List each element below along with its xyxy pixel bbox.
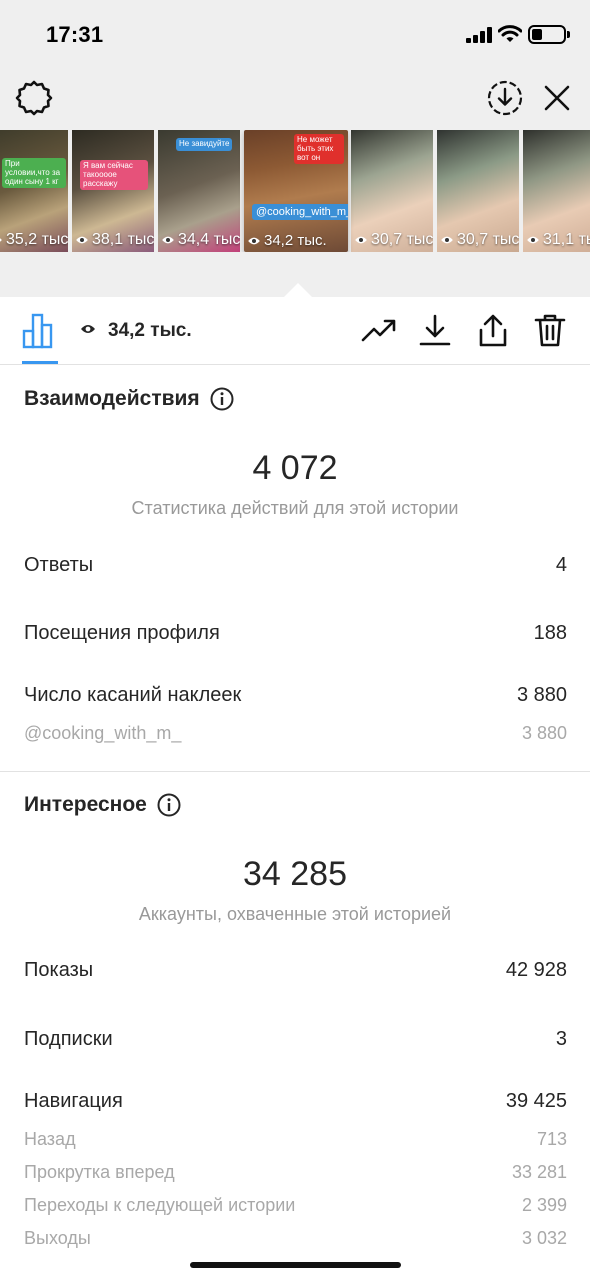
stat-value: 42 928 [505, 959, 567, 981]
eye-icon [81, 325, 95, 333]
download-icon [419, 314, 451, 346]
stat-sub-label: Назад [24, 1129, 76, 1149]
eye-icon [0, 238, 2, 242]
promote-button[interactable] [360, 311, 398, 349]
stat-row: Посещения профиля 188 [24, 622, 567, 645]
stat-value: 3 [555, 1028, 567, 1050]
stat-row: Ответы 4 [24, 554, 567, 577]
stat-sub-row: Выходы 3 032 [24, 1228, 567, 1249]
home-indicator[interactable] [190, 1262, 401, 1268]
trash-icon [534, 314, 566, 347]
stat-label: Число касаний наклеек [24, 684, 242, 706]
share-button[interactable] [474, 311, 512, 349]
story-thumbnail[interactable]: 30,7 тыс. [351, 130, 433, 252]
story-caption: При условии,что за один сыну 1 кг [2, 158, 66, 189]
stat-sub-label: Прокрутка вперед [24, 1162, 175, 1182]
signal-icon [466, 27, 492, 43]
stat-row: Навигация 39 425 [24, 1090, 567, 1113]
eye-icon [248, 237, 260, 244]
story-caption: Не завидуйте [176, 138, 233, 151]
stat-row: Показы 42 928 [24, 959, 567, 982]
info-icon[interactable] [210, 387, 234, 411]
stat-sub-value: 2 399 [521, 1195, 567, 1215]
battery-icon [528, 25, 566, 44]
story-views: 34,4 тыс. [161, 231, 240, 249]
stat-label: Навигация [24, 1090, 123, 1112]
stat-sub-row: @cooking_with_m_ 3 880 [24, 723, 567, 744]
eye-icon [162, 236, 174, 244]
eye-icon [527, 236, 539, 244]
insights-tab[interactable] [20, 309, 60, 349]
story-caption: Не может быть этих вот он [294, 134, 344, 165]
status-time: 17:31 [46, 22, 104, 47]
wifi-icon [498, 25, 522, 42]
status-bar: 17:31 [0, 0, 590, 70]
stat-sub-value: 3 032 [521, 1228, 567, 1248]
discovery-title: Интересное [24, 793, 181, 817]
story-toolbar: 34,2 тыс. [0, 297, 590, 365]
stat-value: 4 [555, 554, 567, 576]
close-button[interactable] [538, 79, 576, 117]
stat-sub-value: 713 [536, 1129, 567, 1149]
download-button[interactable] [416, 311, 454, 349]
stat-value: 39 425 [505, 1090, 567, 1112]
delete-button[interactable] [531, 311, 569, 349]
stat-sub-value: 3 880 [521, 723, 567, 743]
save-story-button[interactable] [485, 78, 525, 118]
stat-label: Посещения профиля [24, 622, 220, 644]
views-count: 34,2 тыс. [108, 320, 192, 341]
active-tab-indicator [22, 361, 58, 364]
story-views: 30,7 тыс. [354, 231, 433, 249]
stat-sub-row: Переходы к следующей истории 2 399 [24, 1195, 567, 1216]
stat-row: Подписки 3 [24, 1028, 567, 1051]
story-thumbnail[interactable]: При условии,что за один сыну 1 кг 35,2 т… [0, 130, 68, 252]
story-caption: Я вам сейчас такоооое расскажу [80, 160, 148, 191]
story-thumbnail-strip[interactable]: При условии,что за один сыну 1 кг 35,2 т… [0, 130, 590, 252]
story-views: 31,1 тыс. [526, 231, 590, 249]
gear-icon [15, 80, 53, 116]
story-thumbnail-active[interactable]: Не может быть этих вот он @cooking_with_… [244, 130, 348, 252]
stat-sub-row: Назад 713 [24, 1129, 567, 1150]
interactions-title: Взаимодействия [24, 387, 234, 411]
story-views: 34,2 тыс. [247, 232, 327, 249]
settings-button[interactable] [14, 78, 54, 118]
stat-sub-row: Прокрутка вперед 33 281 [24, 1162, 567, 1183]
stat-sub-value: 33 281 [511, 1162, 567, 1182]
story-thumbnail[interactable]: 30,7 тыс. [437, 130, 519, 252]
battery-cap [567, 31, 570, 38]
interactions-total: 4 072 [252, 449, 338, 487]
close-icon [544, 85, 570, 111]
stat-sub-label: Переходы к следующей истории [24, 1195, 296, 1215]
stat-label: Показы [24, 959, 94, 981]
story-thumbnail[interactable]: Не завидуйте 34,4 тыс. [158, 130, 240, 252]
stat-value: 3 880 [516, 684, 567, 706]
stat-sub-label: Выходы [24, 1228, 91, 1248]
eye-icon [441, 236, 453, 244]
section-divider [0, 771, 590, 772]
download-circle-icon [487, 80, 523, 116]
eye-icon [76, 236, 88, 244]
mention-sticker: @cooking_with_m_ [252, 204, 348, 220]
info-icon[interactable] [157, 793, 181, 817]
share-icon [479, 314, 507, 347]
story-views: 30,7 тыс. [440, 231, 519, 249]
selected-story-pointer [283, 283, 313, 298]
discovery-caption: Аккаунты, охваченные этой историей [138, 904, 452, 924]
discovery-total: 34 285 [243, 855, 347, 893]
story-views: 38,1 тыс. [75, 231, 154, 249]
story-views: 35,2 тыс. [0, 231, 68, 249]
stat-sub-label: @cooking_with_m_ [24, 723, 182, 743]
interactions-caption: Статистика действий для этой истории [131, 498, 459, 518]
stat-label: Подписки [24, 1028, 113, 1050]
eye-icon [355, 236, 367, 244]
trending-up-icon [361, 319, 396, 342]
bar-chart-icon [22, 313, 53, 349]
stat-value: 188 [533, 622, 567, 644]
stat-label: Ответы [24, 554, 94, 576]
story-thumbnail[interactable]: 31,1 тыс. [523, 130, 590, 252]
stat-row: Число касаний наклеек 3 880 [24, 684, 567, 707]
story-thumbnail[interactable]: Я вам сейчас такоооое расскажу 38,1 тыс. [72, 130, 154, 252]
